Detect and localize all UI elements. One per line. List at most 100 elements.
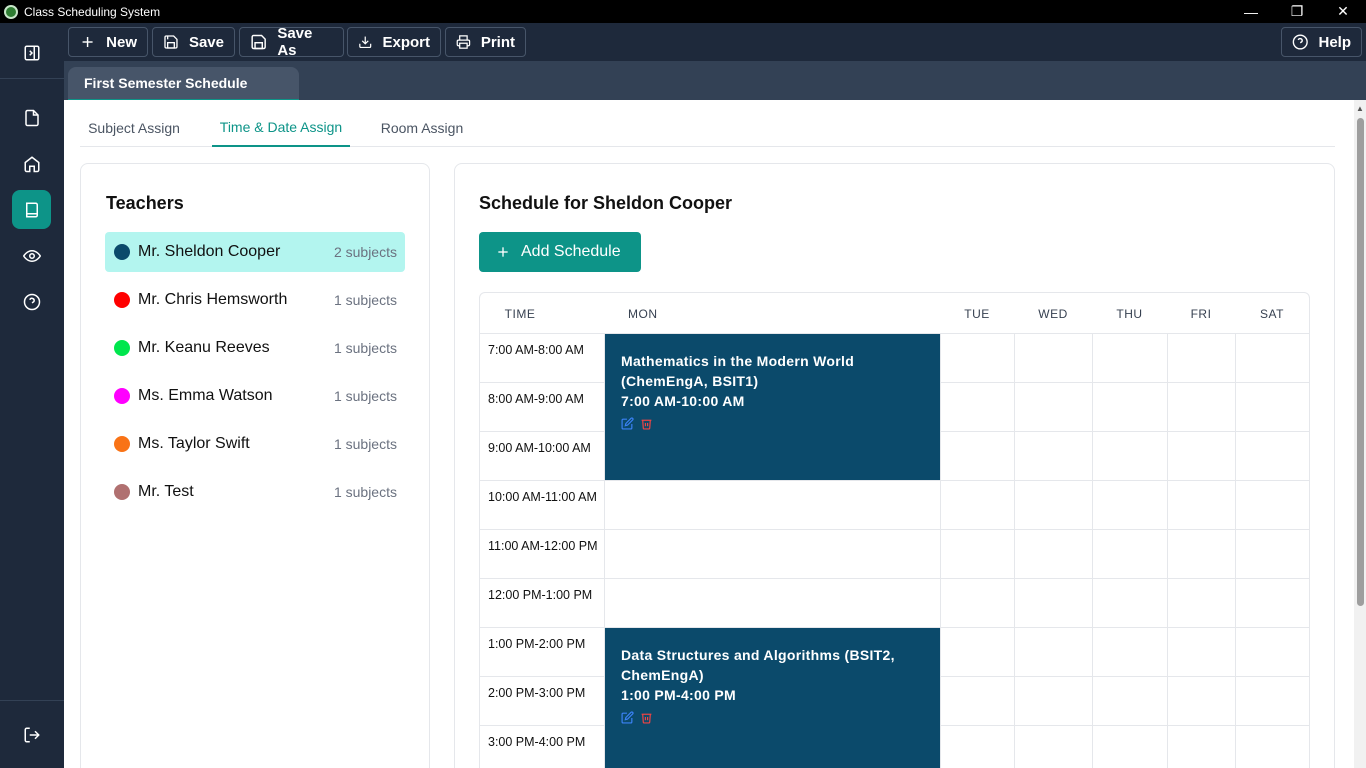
column-header-sat: SAT [1260,306,1284,321]
help-button[interactable]: Help [1281,27,1362,57]
sidebar-divider [0,78,64,79]
sidebar-item-schedule[interactable] [12,190,51,229]
save-as-button[interactable]: Save As [239,25,344,59]
time-slot: 7:00 AM-8:00 AM [488,343,584,357]
main-content: Subject Assign Time & Date Assign Room A… [64,100,1354,768]
scrollbar-thumb[interactable] [1357,118,1364,606]
teacher-name: Mr. Keanu Reeves [138,339,270,356]
book-icon [25,202,38,217]
close-button[interactable]: ✕ [1320,0,1366,23]
event-time: 1:00 PM-4:00 PM [621,687,736,703]
sidebar-item-documents[interactable] [12,98,51,137]
schedule-panel: Schedule for Sheldon Cooper Add Schedule… [454,163,1335,768]
event-actions [621,711,924,724]
printer-icon [456,35,471,49]
tab-room-assign[interactable]: Room Assign [374,108,470,147]
save-icon [164,35,178,49]
window-controls: — ❐ ✕ [1228,0,1366,23]
tab-time-date-assign[interactable]: Time & Date Assign [212,108,350,147]
teacher-color-dot [114,436,130,452]
restore-button[interactable]: ❐ [1274,0,1320,23]
teacher-subject-count: 1 subjects [333,388,397,404]
column-header-time: TIME [504,306,536,321]
add-schedule-label: Add Schedule [521,243,621,260]
help-circle-icon [23,293,40,310]
schedule-event[interactable]: Data Structures and Algorithms (BSIT2, C… [605,628,940,768]
column-header-fri: FRI [1190,306,1212,321]
teacher-subject-count: 1 subjects [333,484,397,500]
vertical-scrollbar[interactable]: ▲ [1354,100,1366,768]
teacher-name: Mr. Sheldon Cooper [138,243,281,260]
teacher-name: Ms. Emma Watson [138,387,273,404]
print-button[interactable]: Print [445,27,526,57]
column-header-tue: TUE [964,306,990,321]
sidebar-item-help[interactable] [12,282,51,321]
left-sidebar [0,23,64,768]
time-slot: 10:00 AM-11:00 AM [488,490,597,504]
trash-icon[interactable] [640,417,653,430]
toggle-sidebar-button[interactable] [12,33,51,72]
edit-icon[interactable] [621,711,634,724]
teacher-item[interactable]: Mr. Chris Hemsworth 1 subjects [105,280,405,320]
window-titlebar: Class Scheduling System — ❐ ✕ [0,0,1366,23]
save-label: Save [188,33,224,51]
teacher-color-dot [114,292,130,308]
time-slot: 1:00 PM-2:00 PM [488,637,586,651]
export-label: Export [382,33,430,51]
document-tabstrip: First Semester Schedule [64,61,1366,101]
sidebar-divider [0,700,64,701]
teacher-item[interactable]: Mr. Sheldon Cooper 2 subjects [105,232,405,272]
column-header-thu: THU [1116,306,1143,321]
logout-icon [24,727,40,742]
plus-icon [498,247,508,257]
panel-toggle-icon [24,45,39,60]
time-slot: 12:00 PM-1:00 PM [488,588,593,602]
edit-icon[interactable] [621,417,634,430]
sidebar-item-view[interactable] [12,236,51,275]
save-button[interactable]: Save [152,27,235,57]
time-slot: 3:00 PM-4:00 PM [488,735,586,749]
save-as-icon [251,34,266,50]
logout-button[interactable] [12,715,51,754]
time-slot: 11:00 AM-12:00 PM [488,539,598,553]
trash-icon[interactable] [640,711,653,724]
print-label: Print [480,33,515,51]
document-tab[interactable]: First Semester Schedule [68,67,299,101]
teacher-color-dot [114,484,130,500]
home-icon [24,155,39,172]
sidebar-item-home[interactable] [12,144,51,183]
teacher-subject-count: 2 subjects [333,244,397,260]
teachers-panel: Teachers Mr. Sheldon Cooper 2 subjects M… [80,163,430,768]
event-time: 7:00 AM-10:00 AM [621,393,745,409]
download-icon [359,36,372,49]
scroll-up-icon[interactable]: ▲ [1356,104,1364,113]
grid-line [1235,333,1236,768]
teacher-item[interactable]: Ms. Taylor Swift 1 subjects [105,424,405,464]
grid-line [1014,333,1015,768]
grid-line [1092,333,1093,768]
new-label: New [106,33,137,51]
teacher-subject-count: 1 subjects [333,292,397,308]
grid-line [940,333,941,768]
teacher-subject-count: 1 subjects [333,436,397,452]
column-header-wed: WED [1038,306,1068,321]
export-button[interactable]: Export [347,27,441,57]
add-schedule-button[interactable]: Add Schedule [479,232,641,272]
document-icon [24,109,39,126]
schedule-event[interactable]: Mathematics in the Modern World (ChemEng… [605,334,940,480]
teacher-item[interactable]: Ms. Emma Watson 1 subjects [105,376,405,416]
teacher-item[interactable]: Mr. Keanu Reeves 1 subjects [105,328,405,368]
minimize-button[interactable]: — [1228,0,1274,23]
teacher-name: Mr. Test [138,483,194,500]
main-toolbar: New Save Save As Export Print Help [64,23,1366,61]
schedule-grid: TIME MON TUE WED THU FRI SAT 7:00 AM-8:0… [479,292,1310,768]
teacher-name: Mr. Chris Hemsworth [138,291,288,308]
teacher-color-dot [114,340,130,356]
tab-subject-assign[interactable]: Subject Assign [80,108,188,147]
teacher-subject-count: 1 subjects [333,340,397,356]
teacher-item[interactable]: Mr. Test 1 subjects [105,472,405,512]
subtab-bar: Subject Assign Time & Date Assign Room A… [80,108,1335,147]
teacher-name: Ms. Taylor Swift [138,435,250,452]
save-as-label: Save As [277,25,313,59]
new-button[interactable]: New [68,27,148,57]
